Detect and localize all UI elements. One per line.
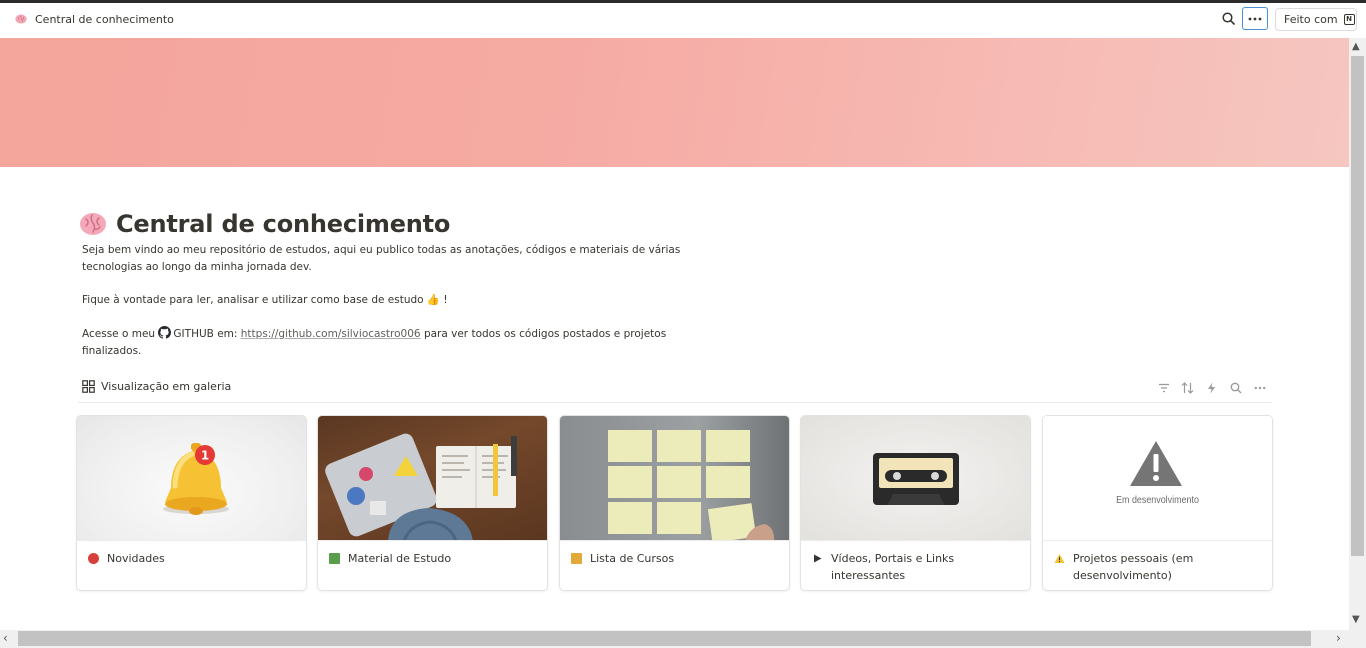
card-cover-sticky-notes [560,416,789,541]
invite-paragraph: Fique à vontade para ler, analisar e uti… [82,294,448,306]
brain-icon [80,213,106,235]
vertical-scrollbar[interactable]: ▲ ▼ [1349,38,1366,630]
gallery-card-videos-portais-links[interactable]: Vídeos, Portais e Links interessantes [800,415,1031,591]
github-icon [158,326,172,339]
card-cover-under-development: Em desenvolvimento [1043,416,1272,541]
top-bar: Central de conhecimento Feito com N [0,3,1366,38]
filter-icon[interactable] [1156,380,1171,395]
green-book-icon [329,553,340,564]
sort-icon[interactable] [1180,380,1195,395]
card-title: Material de Estudo [329,550,539,567]
made-with-notion-button[interactable]: Feito com N [1275,8,1357,31]
github-label: GITHUB em: [173,328,238,340]
scroll-down-arrow-icon[interactable]: ▼ [1352,614,1360,625]
card-label: Material de Estudo [348,552,452,565]
card-label: Vídeos, Portais e Links interessantes [831,552,955,582]
gallery-card-material-de-estudo[interactable]: Material de Estudo [317,415,548,591]
card-cover-bell: 1 [77,416,306,541]
card-label: Novidades [107,552,165,565]
github-prefix: Acesse o meu [82,328,156,340]
search-icon[interactable] [1221,11,1237,27]
cassette-tape-image [873,453,959,505]
notification-count: 1 [201,449,209,463]
under-development-text: Em desenvolvimento [1116,494,1199,506]
github-paragraph: Acesse o meu GITHUB em: https://github.c… [82,326,682,359]
card-cover-desk [318,416,547,541]
breadcrumb[interactable]: Central de conhecimento [14,12,174,26]
card-title: Projetos pessoais (em desenvolvimento) [1054,550,1264,584]
play-icon [814,554,822,563]
memo-icon [571,553,582,564]
page-title: Central de conhecimento [78,209,450,239]
red-circle-icon [88,553,99,564]
more-horizontal-icon[interactable] [1252,380,1267,395]
card-title: Lista de Cursos [571,550,781,567]
gallery-view-label: Visualização em galeria [101,380,232,393]
horizontal-scroll-thumb[interactable] [18,631,1311,646]
card-title: Vídeos, Portais e Links interessantes [812,550,1022,584]
scroll-up-arrow-icon[interactable]: ▲ [1352,41,1360,52]
warning-triangle-image [1130,441,1182,486]
more-options-button[interactable] [1242,7,1268,30]
gallery-card-lista-de-cursos[interactable]: Lista de Cursos [559,415,790,591]
card-title: Novidades [88,550,298,567]
database-toolbar [1156,380,1267,395]
page-cover [0,38,1349,167]
notion-logo-icon: N [1343,14,1355,25]
horizontal-scrollbar[interactable]: ‹ › [0,630,1366,648]
intro-paragraph: Seja bem vindo ao meu repositório de est… [82,244,681,273]
github-link[interactable]: https://github.com/silviocastro006 [241,328,421,340]
gallery-view-tab[interactable]: Visualização em galeria [82,380,231,393]
gallery-divider [78,402,1272,403]
vertical-scroll-thumb[interactable] [1351,56,1364,556]
desk-study-image [325,433,517,540]
search-icon[interactable] [1228,380,1243,395]
brain-icon [15,14,27,24]
card-label: Lista de Cursos [590,552,675,565]
scroll-right-arrow-icon[interactable]: › [1336,631,1341,645]
automation-lightning-icon[interactable] [1204,380,1219,395]
page-title-text: Central de conhecimento [116,210,451,238]
card-label: Projetos pessoais (em desenvolvimento) [1073,552,1194,582]
more-horizontal-icon [1248,17,1262,20]
gallery-card-novidades[interactable]: 1 Novidades [76,415,307,591]
gallery-grid-icon [82,380,95,393]
warning-icon [1054,554,1065,563]
gallery-card-projetos-pessoais[interactable]: Em desenvolvimento Projetos pessoais (em… [1042,415,1273,591]
scrollbar-corner [1349,630,1366,648]
card-cover-cassette [801,416,1030,541]
sticky-notes-image [608,430,775,540]
bell-notification-image: 1 [163,443,229,515]
made-with-label: Feito com [1284,13,1338,26]
scroll-left-arrow-icon[interactable]: ‹ [3,631,8,645]
breadcrumb-label: Central de conhecimento [35,12,174,26]
